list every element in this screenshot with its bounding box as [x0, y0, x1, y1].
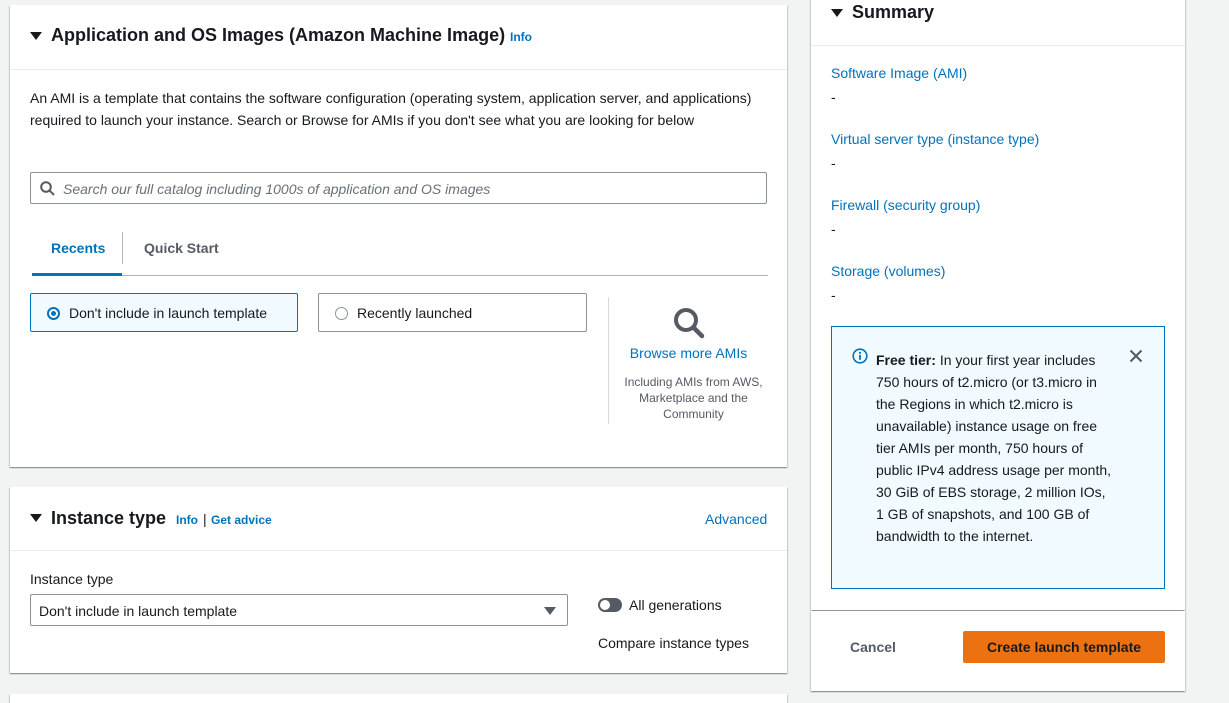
magnifier-icon: [674, 308, 705, 339]
browse-more-amis-description: Including AMIs from AWS, Marketplace and…: [624, 375, 763, 421]
caret-down-icon[interactable]: [30, 514, 42, 522]
caret-down-icon[interactable]: [831, 9, 843, 17]
summary-firewall-value: -: [831, 221, 836, 237]
search-icon: [40, 181, 55, 196]
free-tier-text: Free tier: In your first year includes 7…: [876, 349, 1116, 547]
search-placeholder: Search our full catalog including 1000s …: [63, 181, 491, 197]
summary-firewall-link[interactable]: Firewall (security group): [831, 197, 980, 213]
next-section: [10, 694, 787, 703]
all-generations-toggle[interactable]: [598, 598, 622, 612]
ami-description: An AMI is a template that contains the s…: [30, 90, 752, 128]
free-tier-body: In your first year includes 750 hours of…: [876, 352, 1112, 544]
ami-section-title: Application and OS Images (Amazon Machin…: [51, 25, 506, 45]
ami-section: Application and OS Images (Amazon Machin…: [10, 5, 787, 467]
compare-instance-types-link[interactable]: Compare instance types: [598, 635, 749, 651]
option-dont-include-label: Don't include in launch template: [69, 305, 268, 321]
advanced-link[interactable]: Advanced: [705, 511, 767, 527]
all-generations-label: All generations: [629, 597, 722, 613]
option-recently-launched-label: Recently launched: [357, 305, 473, 321]
tab-divider: [122, 232, 123, 264]
tab-quick-start[interactable]: Quick Start: [144, 240, 219, 256]
free-tier-alert: Free tier: In your first year includes 7…: [831, 326, 1165, 589]
instance-type-select-value: Don't include in launch template: [39, 603, 238, 619]
tab-recents[interactable]: Recents: [51, 240, 105, 256]
close-icon[interactable]: [1129, 349, 1143, 363]
radio-unselected[interactable]: [335, 307, 348, 320]
get-advice-link[interactable]: Get advice: [211, 513, 272, 527]
instance-type-title: Instance type: [51, 508, 167, 528]
summary-footer: Cancel Create launch template: [811, 611, 1185, 691]
instance-type-header[interactable]: Instance type Info | Get advice Advanced: [10, 487, 787, 551]
instance-type-section: Instance type Info | Get advice Advanced…: [10, 487, 787, 673]
create-launch-template-button[interactable]: Create launch template: [963, 631, 1165, 663]
summary-title: Summary: [852, 2, 935, 22]
free-tier-title: Free tier:: [876, 352, 936, 368]
caret-down-icon[interactable]: [30, 32, 42, 40]
summary-panel: Summary Software Image (AMI) - Virtual s…: [811, 0, 1185, 610]
browse-more-amis-link[interactable]: Browse more AMIs: [609, 345, 768, 361]
radio-selected[interactable]: [47, 307, 60, 320]
instance-type-select[interactable]: Don't include in launch template: [30, 594, 568, 626]
link-separator: |: [203, 511, 207, 527]
summary-header[interactable]: Summary: [811, 0, 1185, 46]
summary-storage-link[interactable]: Storage (volumes): [831, 263, 945, 279]
ami-search-input[interactable]: Search our full catalog including 1000s …: [30, 172, 767, 204]
summary-ami-value: -: [831, 89, 836, 105]
summary-instance-type-link[interactable]: Virtual server type (instance type): [831, 131, 1039, 147]
browse-more-amis[interactable]: Browse more AMIs Including AMIs from AWS…: [608, 297, 768, 424]
dropdown-arrow-icon: [544, 607, 556, 615]
option-recently-launched[interactable]: Recently launched: [318, 293, 587, 332]
ami-info-link[interactable]: Info: [510, 30, 532, 44]
summary-instance-type-value: -: [831, 155, 836, 171]
active-tab-indicator: [32, 273, 122, 276]
option-dont-include[interactable]: Don't include in launch template: [30, 293, 298, 332]
info-icon: [852, 348, 868, 364]
launch-template-page: Application and OS Images (Amazon Machin…: [0, 0, 1229, 703]
instance-info-link[interactable]: Info: [176, 513, 198, 527]
summary-ami-link[interactable]: Software Image (AMI): [831, 65, 967, 81]
cancel-button[interactable]: Cancel: [831, 631, 915, 663]
ami-section-header[interactable]: Application and OS Images (Amazon Machin…: [10, 5, 787, 70]
summary-storage-value: -: [831, 287, 836, 303]
instance-type-field-label: Instance type: [30, 571, 114, 587]
ami-tabs: Recents Quick Start: [32, 232, 768, 276]
